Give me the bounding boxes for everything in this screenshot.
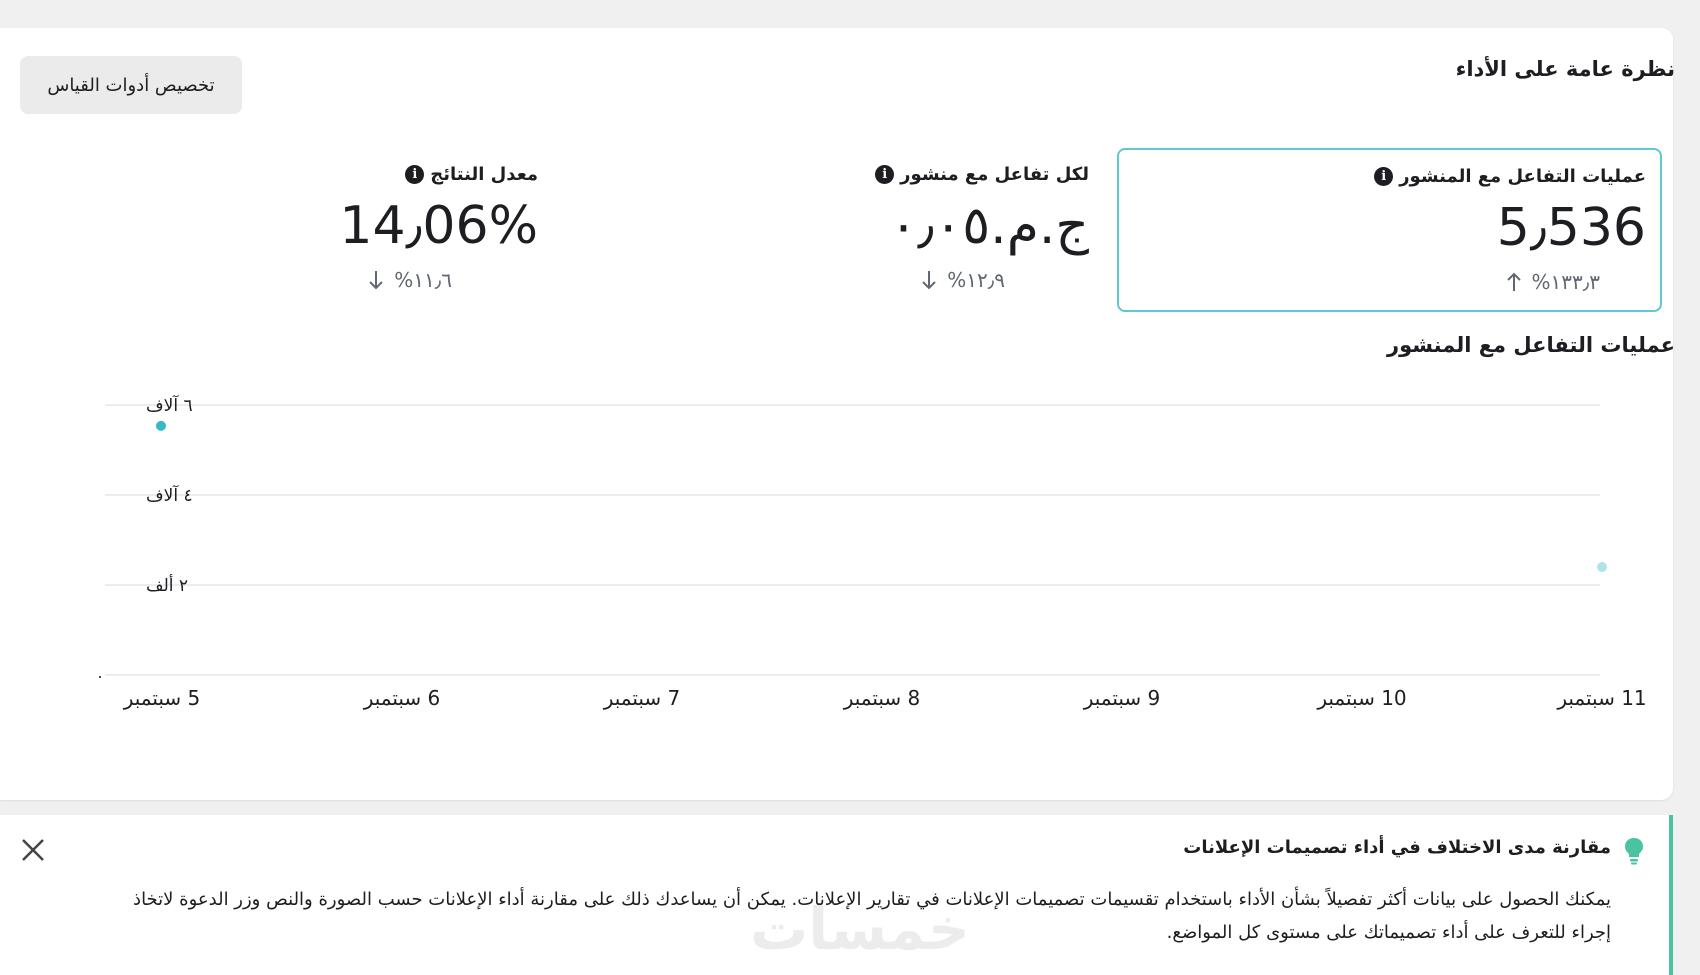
y-tick-label: ٦ آلاف <box>146 394 193 416</box>
y-tick-label: ٤ آلاف <box>146 484 193 506</box>
y-zero-label: . <box>97 663 102 682</box>
y-tick-label: ٢ ألف <box>146 574 188 596</box>
x-tick-label: 11 سبتمبر <box>1556 686 1646 710</box>
engagement-chart: ٢ ألف ٤ آلاف ٦ آلاف. 5 سبتمبر 6 سبتمبر 7 سبتم… <box>97 394 1646 710</box>
x-tick-label: 8 سبتمبر <box>843 686 921 710</box>
x-tick-label: 7 سبتمبر <box>603 686 681 710</box>
watermark: خمسات <box>750 895 970 963</box>
x-tick-label: 5 سبتمبر <box>123 686 201 710</box>
x-tick-label: 6 سبتمبر <box>363 686 441 710</box>
close-icon[interactable] <box>18 835 48 865</box>
lightbulb-icon <box>1625 838 1643 865</box>
data-point <box>156 420 166 431</box>
x-tick-label: 9 سبتمبر <box>1083 686 1161 710</box>
x-tick-label: 10 سبتمبر <box>1316 686 1406 710</box>
tip-title: مقارنة مدى الاختلاف في أداء تصميمات الإع… <box>1183 837 1611 858</box>
data-point <box>1597 562 1607 572</box>
